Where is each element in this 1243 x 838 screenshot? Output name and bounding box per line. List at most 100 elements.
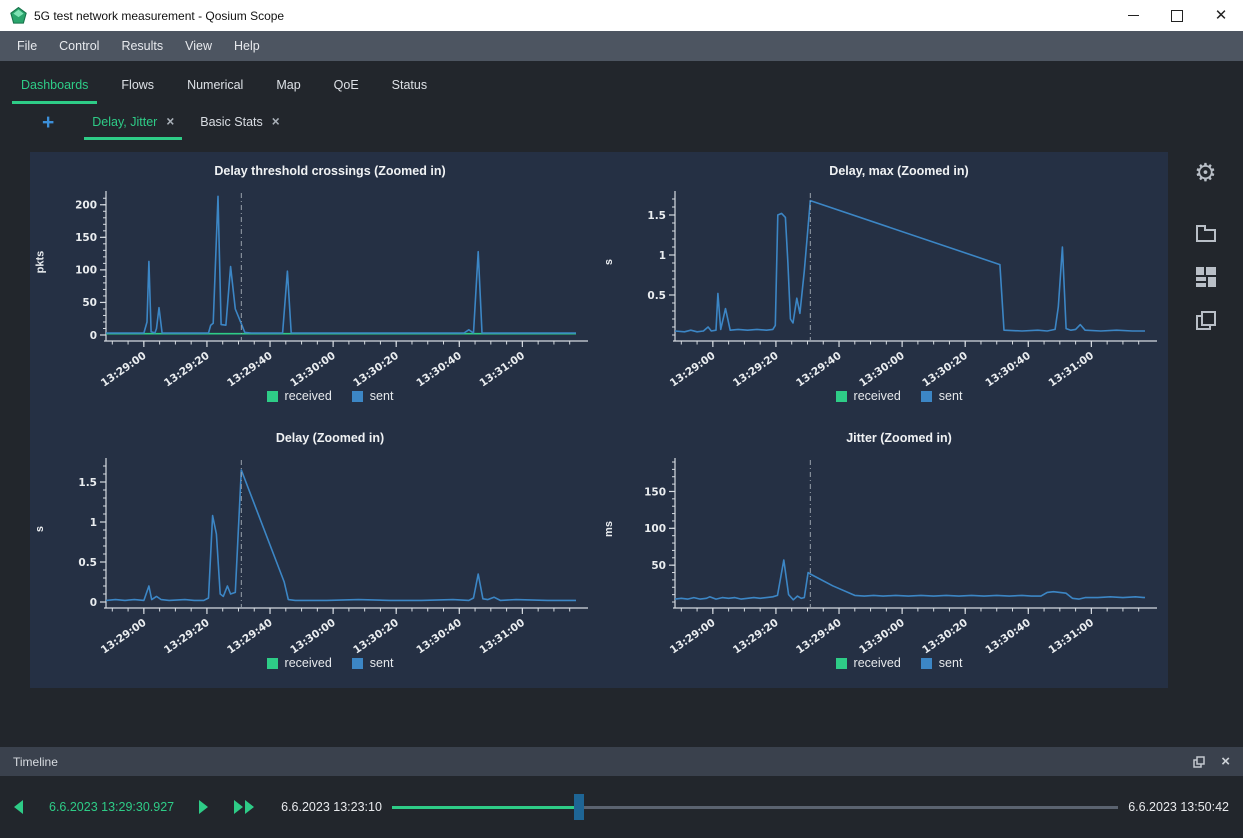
minimize-button[interactable] [1111, 0, 1155, 31]
timeline-slider-fill [392, 806, 579, 809]
svg-text:13:30:20: 13:30:20 [351, 617, 401, 656]
svg-text:1.5: 1.5 [78, 477, 97, 489]
float-panel-icon[interactable] [1193, 756, 1205, 768]
timeline-slider[interactable] [392, 794, 1118, 820]
svg-text:1: 1 [90, 517, 97, 529]
step-back-button[interactable] [14, 800, 23, 814]
duplicate-panel-button[interactable] [1191, 306, 1221, 336]
legend-item-received[interactable]: received [267, 656, 332, 670]
chart-plot[interactable]: 5010015013:29:0013:29:2013:29:4013:30:00… [619, 450, 1164, 656]
dashboard-area: Delay threshold crossings (Zoomed in) pk… [0, 152, 1243, 688]
timeline-close-icon[interactable]: × [1221, 755, 1230, 768]
chart-legend: received sent [30, 389, 596, 403]
svg-text:13:30:40: 13:30:40 [414, 350, 464, 389]
legend-swatch-sent [921, 391, 932, 402]
maximize-button[interactable] [1155, 0, 1199, 31]
timeline-slider-handle[interactable] [574, 794, 584, 820]
svg-text:50: 50 [82, 297, 97, 309]
dashboard-tab-basic-stats[interactable]: Basic Stats × [192, 115, 287, 140]
chart-plot[interactable]: 0.511.513:29:0013:29:2013:29:4013:30:001… [619, 183, 1164, 389]
fast-forward-icon [245, 800, 254, 814]
svg-text:13:31:00: 13:31:00 [477, 617, 527, 656]
dashboard-tab-delay-jitter[interactable]: Delay, Jitter × [84, 115, 182, 140]
close-tab-icon[interactable]: × [166, 116, 174, 128]
close-tab-icon[interactable]: × [272, 116, 280, 128]
legend-swatch-sent [352, 658, 363, 669]
menu-results[interactable]: Results [110, 39, 174, 53]
timeline-title: Timeline [13, 755, 58, 769]
legend-item-sent[interactable]: sent [352, 389, 394, 403]
y-axis-label: s [34, 526, 46, 532]
title-bar: 5G test network measurement - Qosium Sco… [0, 0, 1243, 31]
layout-button[interactable] [1191, 262, 1221, 292]
dashboard-layout-icon [1195, 266, 1217, 288]
tab-flows[interactable]: Flows [112, 78, 163, 104]
svg-text:0: 0 [90, 597, 97, 609]
play-button[interactable] [199, 800, 208, 814]
chart-jitter: Jitter (Zoomed in) ms 5010015013:29:0013… [599, 421, 1165, 688]
svg-text:13:30:00: 13:30:00 [288, 617, 338, 656]
svg-text:13:30:20: 13:30:20 [920, 350, 970, 389]
tab-dashboards[interactable]: Dashboards [12, 78, 97, 104]
menu-file[interactable]: File [6, 39, 48, 53]
legend-item-sent[interactable]: sent [921, 656, 963, 670]
chart-plot[interactable]: 05010015020013:29:0013:29:2013:29:4013:3… [50, 183, 595, 389]
legend-item-received[interactable]: received [267, 389, 332, 403]
legend-swatch-received [267, 658, 278, 669]
timeline-range-end: 6.6.2023 13:50:42 [1128, 800, 1229, 814]
dashboard-panel: Delay threshold crossings (Zoomed in) pk… [30, 152, 1168, 688]
dashboard-settings-button[interactable]: ⚙ [1191, 158, 1221, 188]
svg-text:13:29:20: 13:29:20 [731, 350, 781, 389]
svg-text:13:30:20: 13:30:20 [351, 350, 401, 389]
timeline-controls: 6.6.2023 13:29:30.927 6.6.2023 13:23:10 … [0, 776, 1243, 838]
dashboard-tab-bar: + Delay, Jitter × Basic Stats × [0, 104, 1243, 140]
svg-text:13:29:40: 13:29:40 [794, 350, 844, 389]
svg-text:13:30:20: 13:30:20 [920, 617, 970, 656]
svg-text:13:29:20: 13:29:20 [162, 350, 212, 389]
chart-title: Delay, max (Zoomed in) [599, 164, 1165, 183]
menu-control[interactable]: Control [48, 39, 110, 53]
legend-swatch-sent [921, 658, 932, 669]
y-axis-label: ms [603, 521, 615, 537]
chart-legend: received sent [599, 389, 1165, 403]
svg-text:13:31:00: 13:31:00 [1046, 350, 1096, 389]
svg-text:0.5: 0.5 [647, 290, 666, 302]
svg-text:1: 1 [659, 250, 666, 262]
legend-item-received[interactable]: received [836, 389, 901, 403]
menu-help[interactable]: Help [223, 39, 271, 53]
svg-text:13:29:00: 13:29:00 [99, 350, 149, 389]
minimize-icon [1128, 15, 1139, 16]
svg-text:50: 50 [651, 560, 666, 572]
svg-text:200: 200 [75, 200, 97, 212]
legend-swatch-received [836, 391, 847, 402]
new-panel-button[interactable] [1191, 218, 1221, 248]
dashboard-tab-label: Delay, Jitter [92, 115, 157, 129]
close-button[interactable]: ✕ [1199, 0, 1243, 31]
svg-text:13:30:00: 13:30:00 [857, 617, 907, 656]
y-axis-label: s [603, 259, 615, 265]
svg-text:13:29:40: 13:29:40 [794, 617, 844, 656]
legend-item-sent[interactable]: sent [921, 389, 963, 403]
svg-text:13:30:40: 13:30:40 [983, 617, 1033, 656]
window-title: 5G test network measurement - Qosium Sco… [34, 9, 1111, 23]
chart-plot[interactable]: 00.511.513:29:0013:29:2013:29:4013:30:00… [50, 450, 595, 656]
close-icon: ✕ [1215, 8, 1228, 23]
svg-text:100: 100 [644, 523, 666, 535]
svg-text:13:29:00: 13:29:00 [99, 617, 149, 656]
chart-delay: Delay (Zoomed in) s 00.511.513:29:0013:2… [30, 421, 596, 688]
timeline-range-start: 6.6.2023 13:23:10 [281, 800, 382, 814]
gear-icon: ⚙ [1194, 161, 1216, 186]
app-window: 5G test network measurement - Qosium Sco… [0, 0, 1243, 838]
svg-text:100: 100 [75, 265, 97, 277]
tab-numerical[interactable]: Numerical [178, 78, 252, 104]
svg-text:13:29:40: 13:29:40 [225, 617, 275, 656]
new-panel-icon [1195, 223, 1217, 243]
legend-item-sent[interactable]: sent [352, 656, 394, 670]
fast-forward-button[interactable] [234, 800, 254, 814]
menu-view[interactable]: View [174, 39, 223, 53]
tab-status[interactable]: Status [383, 78, 436, 104]
tab-qoe[interactable]: QoE [325, 78, 368, 104]
legend-item-received[interactable]: received [836, 656, 901, 670]
add-dashboard-button[interactable]: + [38, 114, 58, 140]
tab-map[interactable]: Map [267, 78, 309, 104]
